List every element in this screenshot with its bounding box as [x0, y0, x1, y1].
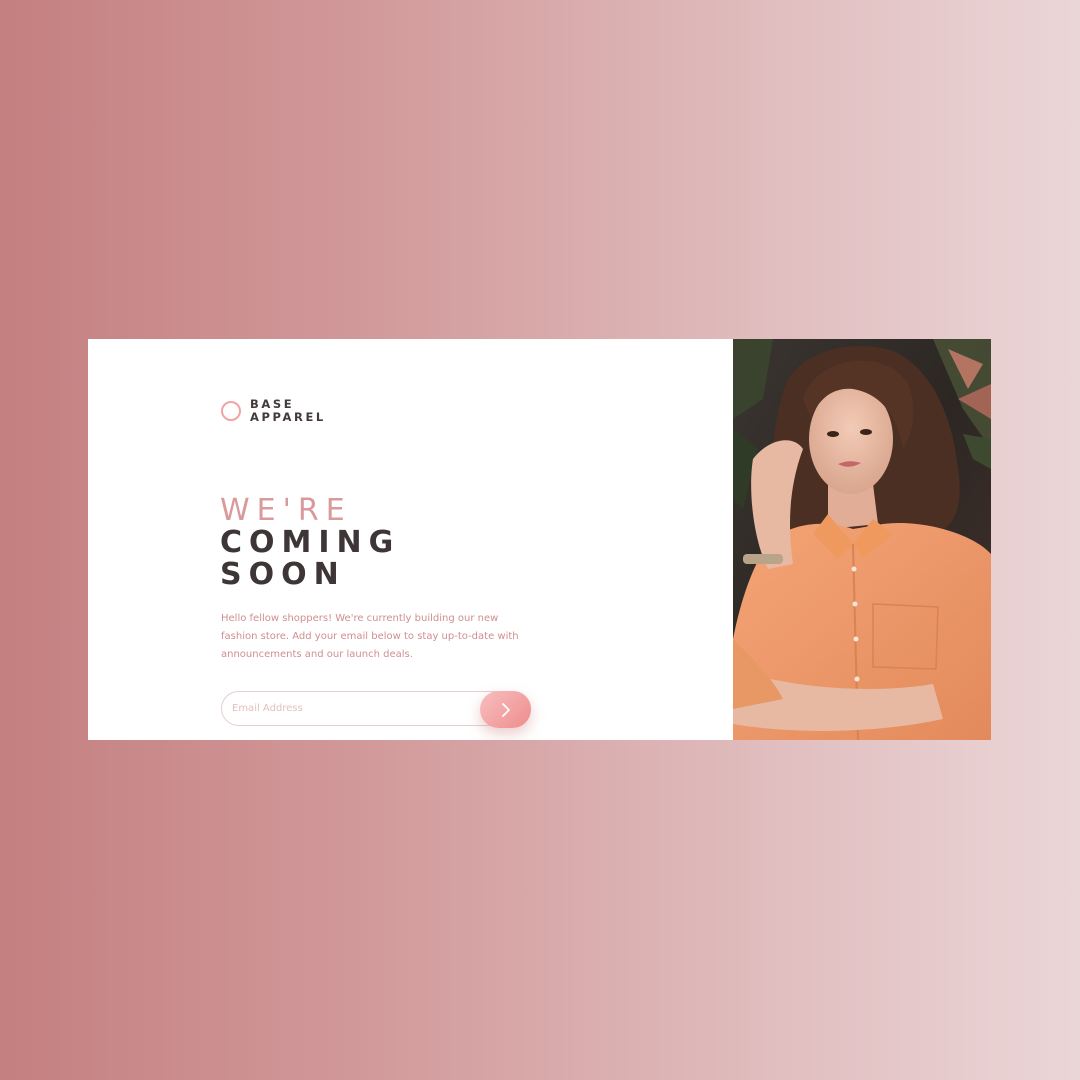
model-photo-illustration: [733, 339, 991, 740]
page-title: WE'RE COMING SOON: [220, 495, 400, 591]
submit-button[interactable]: [480, 691, 531, 728]
logo-circle-icon: [221, 401, 241, 421]
brand-logo[interactable]: BASE APPAREL: [221, 398, 326, 424]
headline-dark-line-1: COMING: [220, 525, 401, 560]
hero-image: [733, 339, 991, 740]
subscribe-form: [221, 691, 531, 728]
description-text: Hello fellow shoppers! We're currently b…: [221, 613, 519, 660]
landing-card: BASE APPAREL WE'RE COMING SOON Hello fel…: [88, 339, 991, 740]
headline-dark-line-2: SOON: [220, 557, 346, 592]
content-panel: BASE APPAREL WE'RE COMING SOON Hello fel…: [88, 339, 733, 740]
arrow-right-icon: [501, 702, 510, 717]
headline-light: WE'RE: [220, 493, 352, 528]
brand-line-2: APPAREL: [250, 410, 326, 424]
brand-name: BASE APPAREL: [250, 398, 326, 424]
